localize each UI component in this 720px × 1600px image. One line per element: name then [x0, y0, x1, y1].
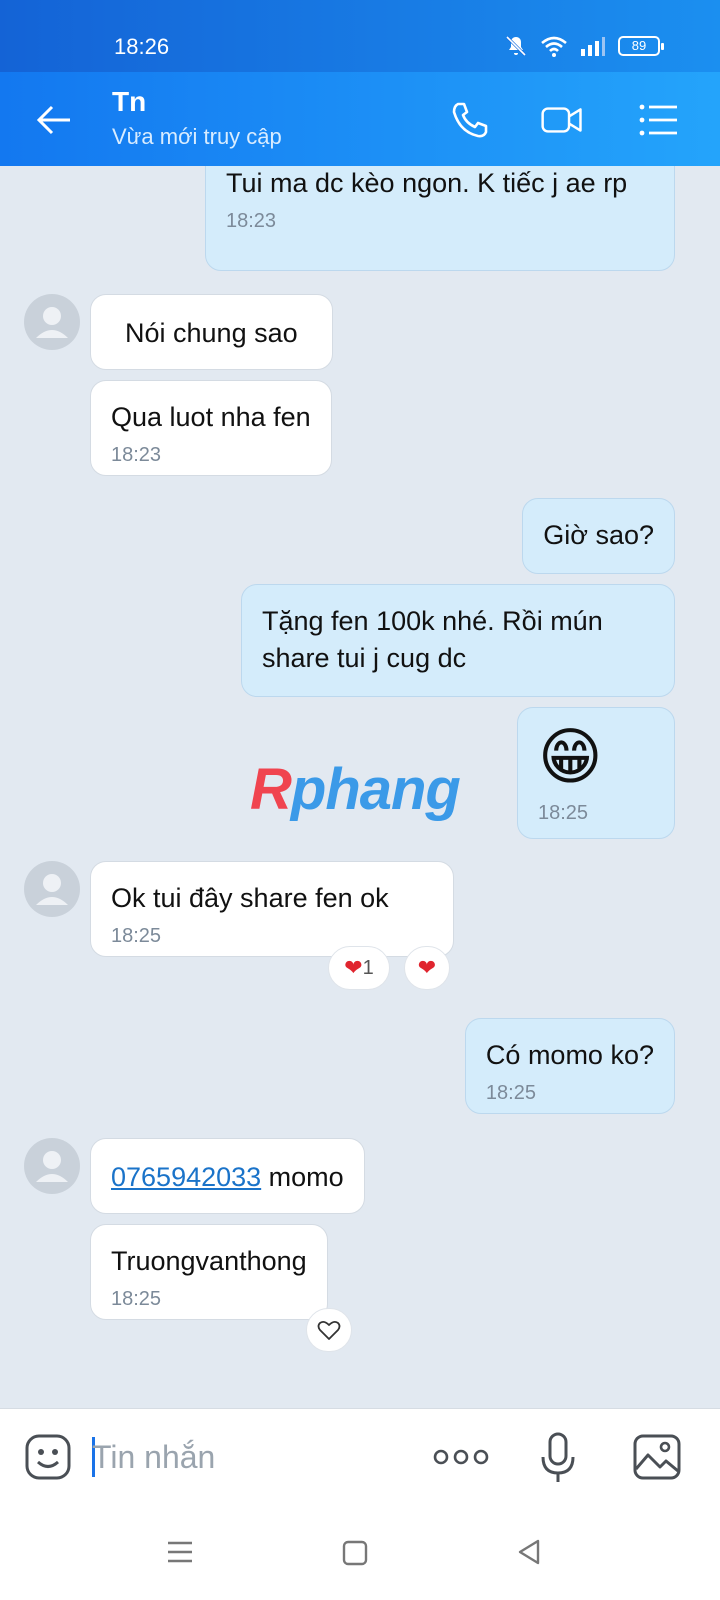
- message-bubble-incoming[interactable]: Qua luot nha fen 18:23: [90, 380, 332, 476]
- heart-outline-icon: [317, 1320, 341, 1340]
- message-bubble-incoming[interactable]: Truongvanthong 18:25: [90, 1224, 328, 1320]
- message-time: 18:25: [111, 925, 162, 947]
- message-text: Tui ma dc kèo ngon. K tiếc j ae rp: [226, 168, 628, 198]
- status-time: 18:26: [114, 34, 170, 59]
- message-text: Qua luot nha fen: [111, 402, 311, 432]
- user-silhouette-icon: [36, 874, 68, 905]
- avatar[interactable]: [24, 1138, 80, 1194]
- message-bubble-outgoing[interactable]: Tui ma dc kèo ngon. K tiếc j ae rp 18:23: [205, 166, 675, 271]
- recent-apps-icon[interactable]: [166, 1540, 194, 1564]
- message-bubble-outgoing[interactable]: Có momo ko? 18:25: [464, 1018, 675, 1114]
- message-list[interactable]: Tui ma dc kèo ngon. K tiếc j ae rp 18:23…: [0, 166, 720, 1408]
- wifi-icon: [541, 36, 567, 57]
- user-silhouette-icon: [36, 307, 68, 338]
- reaction-count: 1: [362, 956, 374, 979]
- phone-call-icon[interactable]: [448, 98, 492, 142]
- message-text: Có momo ko?: [485, 1040, 654, 1070]
- message-text: momo: [261, 1162, 344, 1192]
- composer-bar: Tin nhắn: [0, 1408, 720, 1504]
- presence-status: Vừa mới truy cập: [112, 124, 282, 149]
- avatar[interactable]: [24, 294, 80, 350]
- user-silhouette-icon: [36, 1151, 68, 1182]
- message-text: Giờ sao?: [543, 520, 654, 550]
- back-nav-icon[interactable]: [516, 1538, 542, 1566]
- grinning-face-emoji: 😁: [538, 723, 603, 792]
- heart-icon: ❤: [417, 955, 437, 980]
- system-nav-bar: [0, 1504, 720, 1600]
- message-input[interactable]: Tin nhắn: [92, 1439, 215, 1476]
- status-icons: 89: [504, 34, 664, 58]
- message-text: Nói chung sao: [125, 318, 298, 348]
- phone-number-link[interactable]: 0765942033: [111, 1162, 261, 1192]
- message-text: Truongvanthong: [111, 1246, 307, 1276]
- message-time: 18:25: [485, 1082, 536, 1104]
- heart-icon: ❤: [344, 955, 363, 980]
- mute-icon: [505, 35, 527, 57]
- microphone-icon[interactable]: [538, 1431, 578, 1485]
- image-gallery-icon[interactable]: [632, 1433, 682, 1481]
- message-time: 18:25: [111, 1288, 162, 1310]
- message-bubble-outgoing[interactable]: Giờ sao?: [522, 498, 675, 574]
- watermark-logo: Rphang: [250, 757, 461, 822]
- message-bubble-incoming[interactable]: Ok tui đây share fen ok 18:25: [90, 861, 454, 957]
- home-icon[interactable]: [342, 1540, 368, 1566]
- menu-list-icon[interactable]: [636, 98, 680, 142]
- avatar[interactable]: [24, 861, 80, 917]
- message-bubble-incoming[interactable]: 0765942033 momo: [90, 1138, 365, 1214]
- sticker-icon[interactable]: [24, 1433, 72, 1481]
- message-bubble-incoming[interactable]: Nói chung sao: [90, 294, 333, 370]
- react-heart-button[interactable]: ❤: [404, 946, 450, 990]
- message-time: 18:25: [538, 802, 589, 824]
- react-heart-button[interactable]: [306, 1308, 352, 1352]
- reaction-summary[interactable]: ❤ 1: [328, 946, 390, 990]
- contact-name[interactable]: Tn: [112, 86, 146, 118]
- back-arrow-icon[interactable]: [34, 100, 74, 140]
- battery-icon: 89: [618, 36, 664, 56]
- message-bubble-outgoing[interactable]: Tặng fen 100k nhé. Rồi mún share tui j c…: [241, 584, 675, 697]
- message-time: 18:23: [226, 210, 277, 232]
- video-call-icon[interactable]: [540, 98, 584, 142]
- message-text: Tặng fen 100k nhé. Rồi mún share tui j c…: [262, 606, 603, 673]
- message-bubble-outgoing[interactable]: 😁 18:25: [517, 707, 675, 839]
- message-time: 18:23: [111, 444, 162, 466]
- chat-header: Tn Vừa mới truy cập: [0, 72, 720, 166]
- status-bar: 18:26 89: [0, 0, 720, 72]
- message-text: Ok tui đây share fen ok: [111, 883, 389, 913]
- signal-icon: [581, 37, 605, 56]
- more-options-icon[interactable]: [432, 1447, 490, 1467]
